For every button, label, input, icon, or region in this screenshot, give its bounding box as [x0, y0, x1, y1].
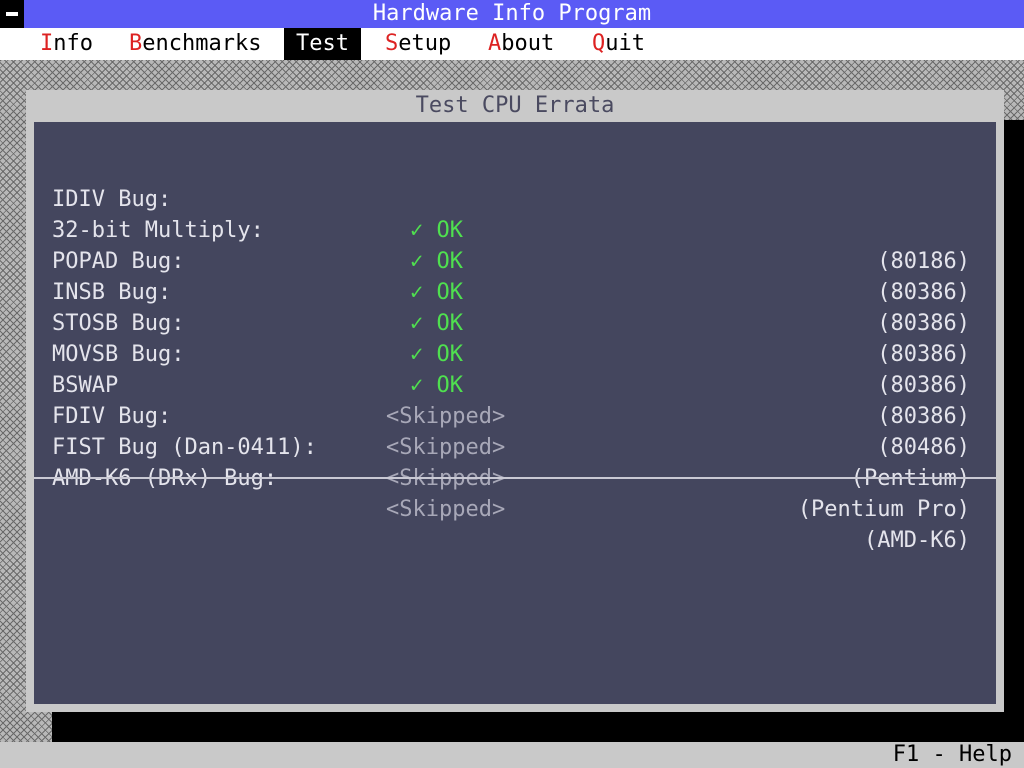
menu-item-about[interactable]: About [476, 28, 566, 60]
title-bar: Hardware Info Program [0, 0, 1024, 28]
menu-hotkey: I [40, 31, 54, 56]
menu-item-setup[interactable]: Setup [373, 28, 463, 60]
test-row: 32-bit Multiply: ✓ OK (80386) [34, 184, 996, 305]
panel-divider [34, 477, 996, 479]
test-row: INSB Bug: ✓ OK (80386) [34, 246, 996, 367]
menu-hotkey: T [296, 31, 310, 56]
menu-item-benchmarks[interactable]: Benchmarks [117, 28, 273, 60]
menu-item-quit[interactable]: Quit [580, 28, 657, 60]
help-hint[interactable]: F1 - Help [893, 742, 1012, 768]
menu-hotkey: S [385, 31, 399, 56]
test-row: STOSB Bug: ✓ OK (80386) [34, 277, 996, 398]
window-shadow [52, 712, 1024, 742]
window-title: Test CPU Errata [415, 93, 615, 118]
menu-label: enchmarks [142, 31, 262, 56]
app-title: Hardware Info Program [372, 1, 652, 26]
test-row: MOVSB Bug: ✓ OK (80386) [34, 308, 996, 429]
test-row: FIST Bug (Dan-0411): <Skipped> (Pentium … [34, 401, 996, 522]
test-row: AMD-K6 (DRx) Bug: <Skipped> (AMD-K6) [34, 432, 996, 553]
menu-item-test[interactable]: Test [284, 28, 361, 60]
menu-bar: Info Benchmarks Test Setup About Quit [0, 28, 1024, 60]
test-row: POPAD Bug: ✓ OK (80386) [34, 215, 996, 336]
system-menu-icon[interactable] [0, 0, 24, 28]
menu-label: etup [398, 31, 452, 56]
test-cpu: (Pentium Pro) [797, 497, 970, 522]
menu-hotkey: A [488, 31, 502, 56]
errata-results-panel: IDIV Bug: ✓ OK (80186) 32-bit Multiply: … [34, 122, 996, 704]
menu-hotkey: B [129, 31, 143, 56]
test-row: BSWAP <Skipped> (80486) [34, 339, 996, 460]
menu-item-info[interactable]: Info [28, 28, 105, 60]
menu-hotkey: Q [592, 31, 606, 56]
menu-label: bout [501, 31, 555, 56]
window-shadow [1004, 120, 1024, 742]
test-row: IDIV Bug: ✓ OK (80186) [34, 153, 996, 274]
status-bar: F1 - Help [0, 742, 1024, 768]
menu-label: nfo [53, 31, 93, 56]
test-result: <Skipped> [386, 497, 506, 522]
test-row: FDIV Bug: <Skipped> (Pentium) [34, 370, 996, 491]
menu-label: est [309, 31, 349, 56]
test-cpu-errata-window: Test CPU Errata IDIV Bug: ✓ OK (80186) 3… [26, 90, 1004, 712]
test-cpu: (AMD-K6) [864, 528, 970, 553]
menu-label: uit [605, 31, 645, 56]
